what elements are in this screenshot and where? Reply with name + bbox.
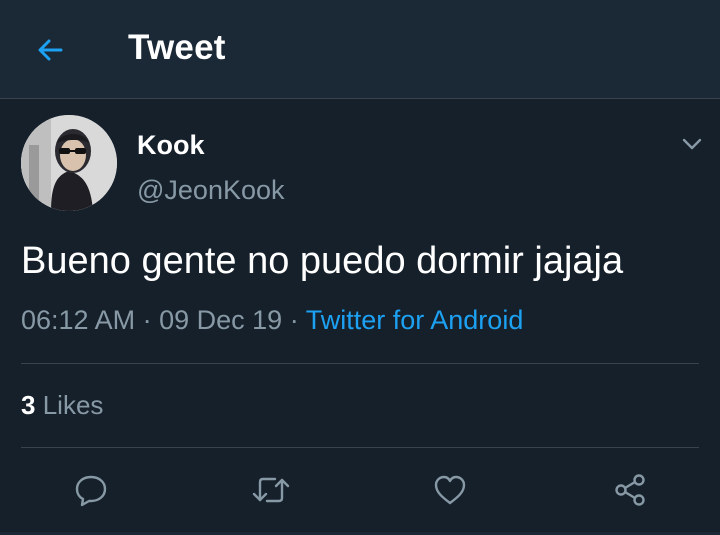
share-button[interactable] — [610, 470, 650, 510]
tweet-menu-button[interactable] — [676, 128, 708, 160]
like-icon — [434, 475, 466, 505]
author-display-name[interactable]: Kook — [137, 130, 205, 161]
likes-count: 3 — [21, 390, 36, 420]
retweet-icon — [252, 477, 290, 503]
tweet-time: 06:12 AM — [21, 305, 136, 335]
tweet-text: Bueno gente no puedo dormir jajaja — [21, 240, 624, 282]
reply-button[interactable] — [71, 470, 111, 510]
meta-separator: · — [289, 305, 299, 335]
page-title: Tweet — [128, 28, 226, 67]
chevron-down-icon — [682, 138, 702, 150]
likes-summary[interactable]: 3 Likes — [21, 390, 103, 421]
back-button[interactable] — [30, 30, 70, 70]
tweet-source-link[interactable]: Twitter for Android — [306, 305, 524, 335]
divider — [21, 363, 699, 364]
tweet-date: 09 Dec 19 — [159, 305, 283, 335]
arrow-left-icon — [38, 39, 63, 61]
tweet-meta: 06:12 AM · 09 Dec 19 · Twitter for Andro… — [21, 305, 523, 336]
like-button[interactable] — [430, 470, 470, 510]
retweet-button[interactable] — [251, 470, 291, 510]
divider — [21, 447, 699, 448]
author-handle[interactable]: @JeonKook — [137, 175, 285, 206]
share-icon — [615, 474, 645, 506]
tweet-actions — [0, 466, 720, 514]
reply-icon — [75, 475, 107, 507]
top-app-bar: Tweet — [0, 0, 720, 99]
avatar[interactable] — [21, 115, 117, 211]
likes-label: Likes — [42, 390, 104, 420]
profile-photo — [21, 115, 117, 211]
meta-separator: · — [142, 305, 152, 335]
